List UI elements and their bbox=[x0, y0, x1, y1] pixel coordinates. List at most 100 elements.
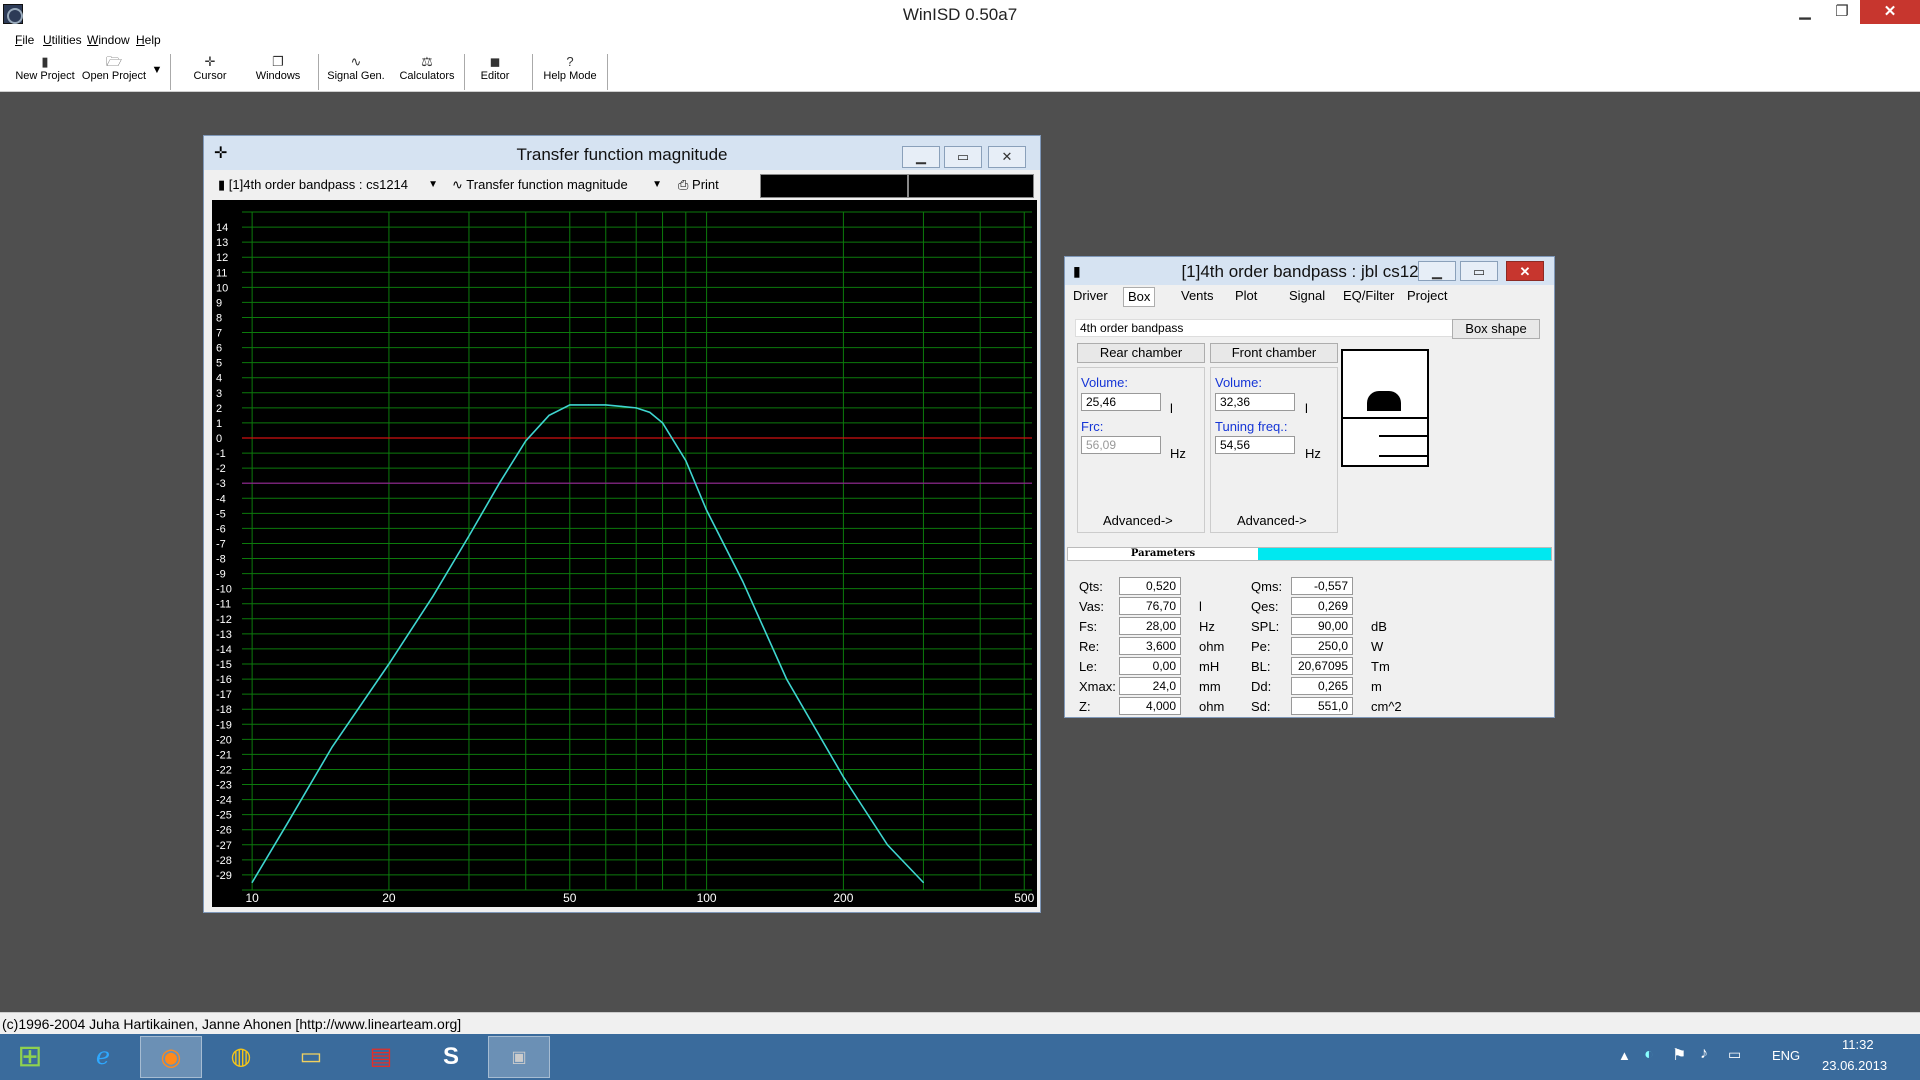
left-param-value[interactable]: 4,000 bbox=[1119, 697, 1181, 715]
menu-file-label: ile bbox=[22, 33, 35, 47]
right-param-value[interactable]: 90,00 bbox=[1291, 617, 1353, 635]
y-tick-label: -18 bbox=[216, 704, 232, 716]
clock-date[interactable]: 23.06.2013 bbox=[1822, 1058, 1887, 1073]
rear-volume-input[interactable]: 25,46 bbox=[1081, 393, 1161, 411]
tab-plot[interactable]: Plot bbox=[1235, 287, 1257, 307]
crosshair-icon: ✛ bbox=[204, 54, 216, 69]
left-param-value[interactable]: 3,600 bbox=[1119, 637, 1181, 655]
box-window-titlebar[interactable]: ▮ [1]4th order bandpass : jbl cs1214 ▁ ▭… bbox=[1065, 257, 1554, 285]
input-language[interactable]: ENG bbox=[1772, 1048, 1800, 1063]
signal-gen-button[interactable]: ∿ Signal Gen. bbox=[322, 54, 390, 90]
app-minimize-button[interactable]: ▁ bbox=[1790, 0, 1820, 24]
menu-file[interactable]: File bbox=[15, 33, 34, 47]
left-param-value[interactable]: 28,00 bbox=[1119, 617, 1181, 635]
right-param-unit: Tm bbox=[1371, 659, 1390, 674]
tab-box[interactable]: Box bbox=[1123, 287, 1156, 307]
curve-data-point bbox=[388, 663, 390, 665]
box-close-button[interactable]: ✕ bbox=[1506, 261, 1544, 281]
curve-data-point bbox=[498, 482, 500, 484]
volume-icon[interactable]: ♪ bbox=[1700, 1045, 1708, 1063]
box-type-field[interactable]: 4th order bandpass bbox=[1075, 319, 1453, 337]
save-disk-icon[interactable]: ▤ bbox=[350, 1036, 412, 1078]
right-param-value[interactable]: 20,67095 bbox=[1291, 657, 1353, 675]
tf-close-button[interactable]: ✕ bbox=[988, 146, 1026, 168]
print-button[interactable]: ⎙ Print bbox=[672, 174, 736, 196]
chrome-icon[interactable]: ◍ bbox=[210, 1036, 272, 1078]
right-param-value[interactable]: -0,557 bbox=[1291, 577, 1353, 595]
editor-button[interactable]: ◼ Editor bbox=[468, 54, 522, 90]
right-param-value[interactable]: 0,265 bbox=[1291, 677, 1353, 695]
left-param-value[interactable]: 0,520 bbox=[1119, 577, 1181, 595]
front-volume-input[interactable]: 32,36 bbox=[1215, 393, 1295, 411]
y-tick-label: -17 bbox=[216, 689, 232, 701]
cursor-button[interactable]: ✛ Cursor bbox=[182, 54, 238, 90]
front-tuning-input[interactable]: 54,56 bbox=[1215, 436, 1295, 454]
tab-project[interactable]: Project bbox=[1407, 287, 1447, 307]
chevron-down-icon: ▼ bbox=[652, 179, 662, 190]
app-close-button[interactable]: ✕ bbox=[1860, 0, 1920, 24]
left-param-value[interactable]: 0,00 bbox=[1119, 657, 1181, 675]
skype-icon[interactable]: S bbox=[420, 1036, 482, 1078]
tab-signal[interactable]: Signal bbox=[1289, 287, 1325, 307]
tf-minimize-button[interactable]: ▁ bbox=[902, 146, 940, 168]
tab-eq-filter[interactable]: EQ/Filter bbox=[1343, 287, 1394, 307]
box-maximize-button[interactable]: ▭ bbox=[1460, 261, 1498, 281]
calculator-icon: ⚖ bbox=[421, 54, 433, 69]
menu-help[interactable]: Help bbox=[136, 33, 161, 47]
project-select[interactable]: ▮ [1]4th order bandpass : cs1214 ▼ bbox=[212, 174, 442, 196]
front-chamber-header[interactable]: Front chamber bbox=[1210, 343, 1338, 363]
rear-advanced-button[interactable]: Advanced-> bbox=[1103, 513, 1173, 528]
menu-utilities[interactable]: Utilities bbox=[43, 33, 82, 47]
network-status-icon[interactable]: ◐ bbox=[1644, 1046, 1654, 1064]
front-tuning-label: Tuning freq.: bbox=[1215, 419, 1288, 434]
transfer-function-plot[interactable]: 14 13 12 11 10 9 8 7 6 5 4 3 2 1 0 -1 -2 -3 -4 -5 -6 -7 -8 -9 -1… bbox=[212, 200, 1037, 907]
left-param-value[interactable]: 76,70 bbox=[1119, 597, 1181, 615]
file-explorer-icon[interactable]: ▭ bbox=[280, 1036, 342, 1078]
tf-window-titlebar[interactable]: ✛ Transfer function magnitude ▁ ▭ ✕ bbox=[204, 136, 1040, 170]
app-maximize-button[interactable]: ❐ bbox=[1826, 0, 1858, 24]
start-button[interactable]: ⊞ bbox=[0, 1036, 60, 1078]
rear-chamber-header[interactable]: Rear chamber bbox=[1077, 343, 1205, 363]
graph-type-select[interactable]: ∿ Transfer function magnitude ▼ bbox=[446, 174, 666, 196]
new-project-button[interactable]: ▮ New Project bbox=[10, 54, 80, 90]
curve-data-point bbox=[331, 746, 333, 748]
right-param-value[interactable]: 551,0 bbox=[1291, 697, 1353, 715]
calculators-button[interactable]: ⚖ Calculators bbox=[392, 54, 462, 90]
y-tick-label: 2 bbox=[216, 403, 222, 415]
internet-explorer-icon[interactable]: ℯ bbox=[72, 1036, 134, 1078]
curve-data-point bbox=[587, 404, 590, 406]
right-param-unit: dB bbox=[1371, 619, 1387, 634]
right-param-value[interactable]: 0,269 bbox=[1291, 597, 1353, 615]
x-tick-label: 10 bbox=[245, 891, 259, 905]
sine-wave-icon: ∿ bbox=[350, 54, 362, 69]
y-tick-label: -11 bbox=[216, 599, 231, 611]
folder-open-icon: 🗁 bbox=[105, 54, 123, 69]
front-advanced-button[interactable]: Advanced-> bbox=[1237, 513, 1307, 528]
tf-maximize-button[interactable]: ▭ bbox=[944, 146, 982, 168]
clock-time[interactable]: 11:32 bbox=[1842, 1037, 1874, 1052]
box-minimize-button[interactable]: ▁ bbox=[1418, 261, 1456, 281]
open-project-button[interactable]: 🗁 Open Project bbox=[78, 54, 150, 90]
y-tick-label: -23 bbox=[216, 780, 232, 792]
y-tick-label: 14 bbox=[216, 222, 228, 234]
curve-data-point bbox=[525, 440, 527, 442]
winisd-taskbar-icon[interactable]: ▣ bbox=[488, 1036, 550, 1078]
network-monitor-icon[interactable]: ▭ bbox=[1728, 1046, 1741, 1063]
dropdown-arrow-icon: ▼ bbox=[151, 64, 163, 76]
action-center-flag-icon[interactable]: ⚑ bbox=[1672, 1045, 1686, 1065]
box-shape-button[interactable]: Box shape bbox=[1452, 319, 1540, 339]
x-tick-label: 50 bbox=[563, 891, 577, 905]
tab-vents[interactable]: Vents bbox=[1181, 287, 1214, 307]
help-mode-button[interactable]: ? Help Mode bbox=[536, 54, 604, 90]
sine-wave-icon: ∿ bbox=[452, 177, 463, 192]
curve-data-point bbox=[886, 844, 889, 846]
y-tick-label: -4 bbox=[216, 493, 226, 505]
left-param-label: Le: bbox=[1079, 659, 1098, 674]
menu-window[interactable]: Window bbox=[87, 33, 130, 47]
right-param-value[interactable]: 250,0 bbox=[1291, 637, 1353, 655]
left-param-value[interactable]: 24,0 bbox=[1119, 677, 1181, 695]
tab-driver[interactable]: Driver bbox=[1073, 287, 1108, 307]
show-hidden-icons[interactable]: ▲ bbox=[1618, 1048, 1631, 1063]
windows-button[interactable]: ❐ Windows bbox=[248, 54, 308, 90]
firefox-icon[interactable]: ◉ bbox=[140, 1036, 202, 1078]
